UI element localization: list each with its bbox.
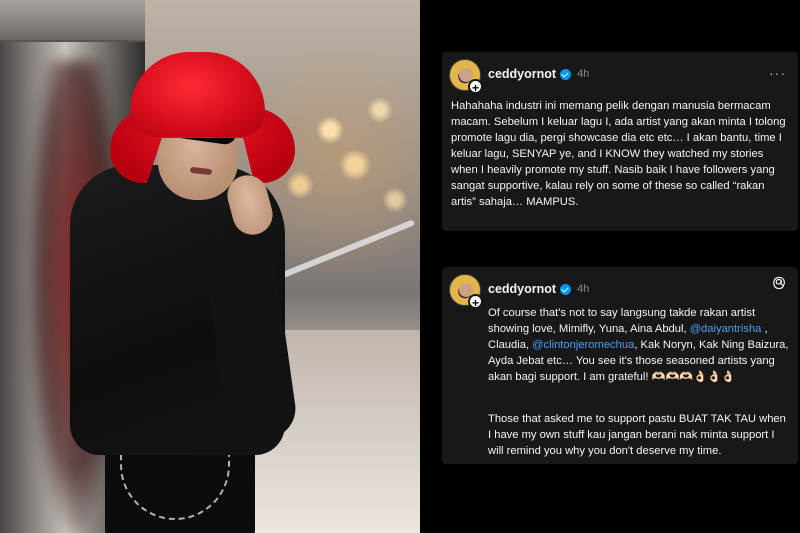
plus-icon[interactable]: + (468, 294, 483, 310)
post-paragraph: Those that asked me to support pastu BUA… (488, 413, 786, 457)
thread-post[interactable]: + ceddyornot 4h ··· Hahahaha industri in… (442, 52, 798, 231)
threads-logo-icon (773, 276, 785, 290)
plus-icon[interactable]: + (468, 79, 483, 95)
thread-post[interactable]: + ceddyornot 4h Of course that's not to … (442, 267, 798, 464)
timestamp: 4h (577, 68, 590, 80)
photo (0, 0, 420, 533)
mention-link[interactable]: @daiyantrisha (690, 323, 762, 335)
mention-link[interactable]: @clintonjeromechua (532, 339, 634, 351)
more-icon[interactable]: ··· (769, 65, 786, 81)
posts-panel: + ceddyornot 4h ··· Hahahaha industri in… (420, 0, 800, 533)
username[interactable]: ceddyornot (488, 67, 556, 81)
red-fur-hat (130, 52, 265, 137)
post-paragraph: Of course that's not to say langsung tak… (488, 305, 790, 385)
post-text: Of course that's not to say langsung tak… (488, 289, 790, 475)
verified-icon (560, 68, 572, 80)
post-text: Hahahaha industri ini memang pelik denga… (451, 100, 786, 208)
post-header: ceddyornot 4h (488, 66, 589, 82)
